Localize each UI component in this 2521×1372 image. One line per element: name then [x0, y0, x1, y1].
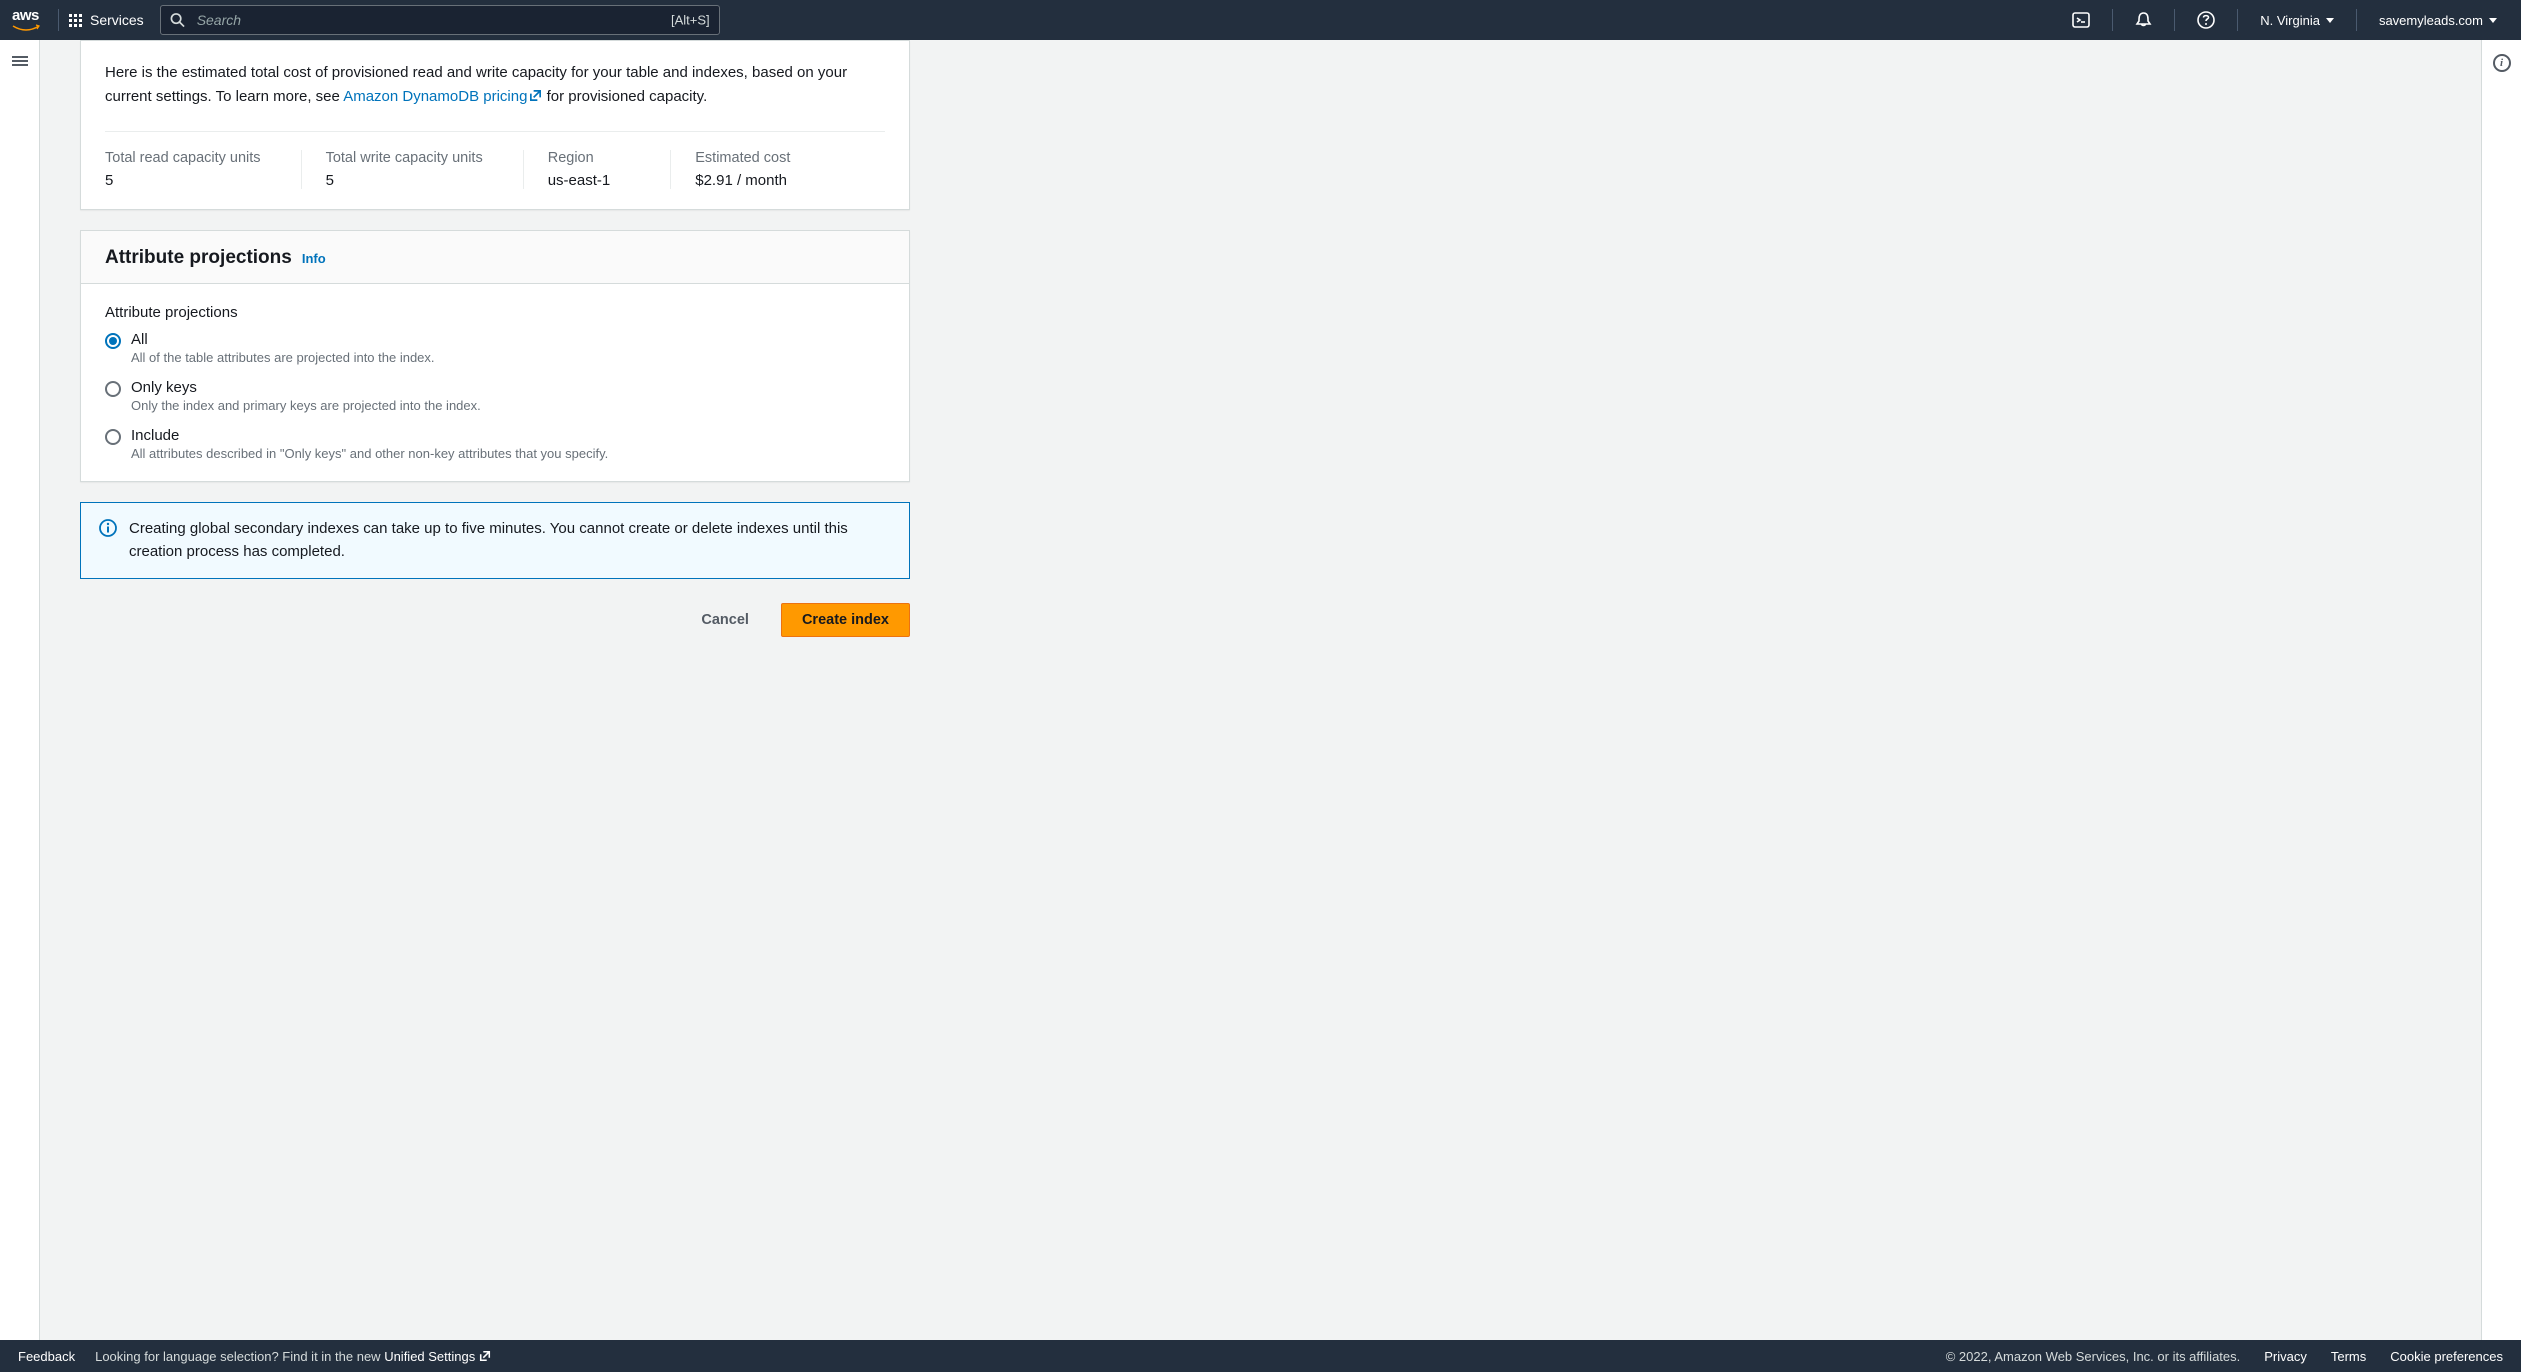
header-right: N. Virginia savemyleads.com: [2060, 0, 2509, 40]
privacy-link[interactable]: Privacy: [2264, 1349, 2307, 1364]
main-layout: Here is the estimated total cost of prov…: [0, 40, 2521, 1340]
services-menu[interactable]: Services: [69, 12, 144, 28]
radio-description: All attributes described in "Only keys" …: [131, 446, 885, 461]
radio-label: Only keys: [131, 379, 885, 396]
info-icon: [99, 519, 117, 537]
metric-label: Total write capacity units: [326, 150, 483, 166]
account-selector[interactable]: savemyleads.com: [2367, 13, 2509, 28]
caret-down-icon: [2326, 18, 2334, 23]
metric-value: 5: [326, 172, 483, 189]
panel-title: Attribute projections: [105, 247, 292, 269]
panel-header: Attribute projections Info: [81, 231, 909, 284]
footer-right: © 2022, Amazon Web Services, Inc. or its…: [1946, 1349, 2503, 1364]
metric-value: us-east-1: [548, 172, 611, 189]
aws-logo-text: aws: [12, 7, 40, 24]
metric-label: Estimated cost: [695, 150, 790, 166]
grid-icon: [69, 14, 82, 27]
external-link-icon: [529, 85, 542, 109]
info-link[interactable]: Info: [302, 251, 326, 266]
pricing-link-text: Amazon DynamoDB pricing: [343, 88, 527, 105]
divider: [2174, 9, 2175, 31]
divider: [2237, 9, 2238, 31]
footer: Feedback Looking for language selection?…: [0, 1340, 2521, 1372]
metric-label: Region: [548, 150, 611, 166]
terms-link[interactable]: Terms: [2331, 1349, 2366, 1364]
divider: [58, 9, 59, 31]
search-shortcut: [Alt+S]: [671, 13, 710, 28]
radio-option-include[interactable]: Include All attributes described in "Onl…: [105, 427, 885, 461]
radio-label: All: [131, 331, 885, 348]
alert-text: Creating global secondary indexes can ta…: [129, 517, 891, 564]
footer-lang-prefix: Looking for language selection? Find it …: [95, 1349, 384, 1364]
metrics-row: Total read capacity units 5 Total write …: [105, 131, 885, 189]
action-row: Cancel Create index: [80, 603, 910, 637]
top-nav: aws Services [Alt+S] N. Virginia: [0, 0, 2521, 40]
cookie-preferences-link[interactable]: Cookie preferences: [2390, 1349, 2503, 1364]
metric-region: Region us-east-1: [548, 150, 672, 189]
projection-radio-group: All All of the table attributes are proj…: [105, 331, 885, 461]
metric-write-capacity: Total write capacity units 5: [326, 150, 524, 189]
services-label: Services: [90, 12, 144, 28]
search-container: [Alt+S]: [160, 5, 720, 35]
region-label: N. Virginia: [2260, 13, 2320, 28]
radio-option-only-keys[interactable]: Only keys Only the index and primary key…: [105, 379, 885, 413]
pricing-link[interactable]: Amazon DynamoDB pricing: [343, 88, 542, 105]
radio-description: Only the index and primary keys are proj…: [131, 398, 885, 413]
radio-option-all[interactable]: All All of the table attributes are proj…: [105, 331, 885, 365]
unified-settings-link[interactable]: Unified Settings: [384, 1349, 491, 1364]
radio-label: Include: [131, 427, 885, 444]
radio-icon: [105, 333, 121, 349]
search-input[interactable]: [160, 5, 720, 35]
metric-label: Total read capacity units: [105, 150, 261, 166]
region-selector[interactable]: N. Virginia: [2248, 13, 2346, 28]
help-button[interactable]: [2185, 0, 2227, 40]
account-label: savemyleads.com: [2379, 13, 2483, 28]
feedback-link[interactable]: Feedback: [18, 1349, 75, 1364]
info-alert: Creating global secondary indexes can ta…: [80, 502, 910, 579]
caret-down-icon: [2489, 18, 2497, 23]
field-label: Attribute projections: [105, 304, 885, 321]
footer-lang-text: Looking for language selection? Find it …: [95, 1349, 491, 1364]
radio-description: All of the table attributes are projecte…: [131, 350, 885, 365]
footer-left: Feedback Looking for language selection?…: [18, 1349, 491, 1364]
metric-read-capacity: Total read capacity units 5: [105, 150, 302, 189]
help-panel-toggle[interactable]: i: [2493, 54, 2511, 72]
radio-icon: [105, 381, 121, 397]
cost-desc-suffix: for provisioned capacity.: [542, 88, 707, 105]
aws-smile-icon: [12, 24, 40, 34]
cloudshell-button[interactable]: [2060, 0, 2102, 40]
cost-description: Here is the estimated total cost of prov…: [105, 61, 885, 109]
radio-icon: [105, 429, 121, 445]
create-index-button[interactable]: Create index: [781, 603, 910, 637]
aws-logo[interactable]: aws: [12, 7, 40, 34]
hamburger-menu[interactable]: [12, 54, 28, 68]
attribute-projections-panel: Attribute projections Info Attribute pro…: [80, 230, 910, 482]
footer-copyright: © 2022, Amazon Web Services, Inc. or its…: [1946, 1349, 2241, 1364]
metric-value: 5: [105, 172, 261, 189]
search-icon: [170, 13, 185, 28]
divider: [2112, 9, 2113, 31]
unified-settings-text: Unified Settings: [384, 1349, 475, 1364]
cancel-button[interactable]: Cancel: [681, 603, 769, 637]
divider: [2356, 9, 2357, 31]
right-side-rail: i: [2481, 40, 2521, 1340]
left-side-rail: [0, 40, 40, 1340]
metric-cost: Estimated cost $2.91 / month: [695, 150, 830, 189]
content-area: Here is the estimated total cost of prov…: [40, 40, 2481, 1340]
cost-estimate-panel: Here is the estimated total cost of prov…: [80, 40, 910, 210]
notifications-button[interactable]: [2123, 0, 2164, 40]
external-link-icon: [479, 1350, 491, 1362]
metric-value: $2.91 / month: [695, 172, 790, 189]
